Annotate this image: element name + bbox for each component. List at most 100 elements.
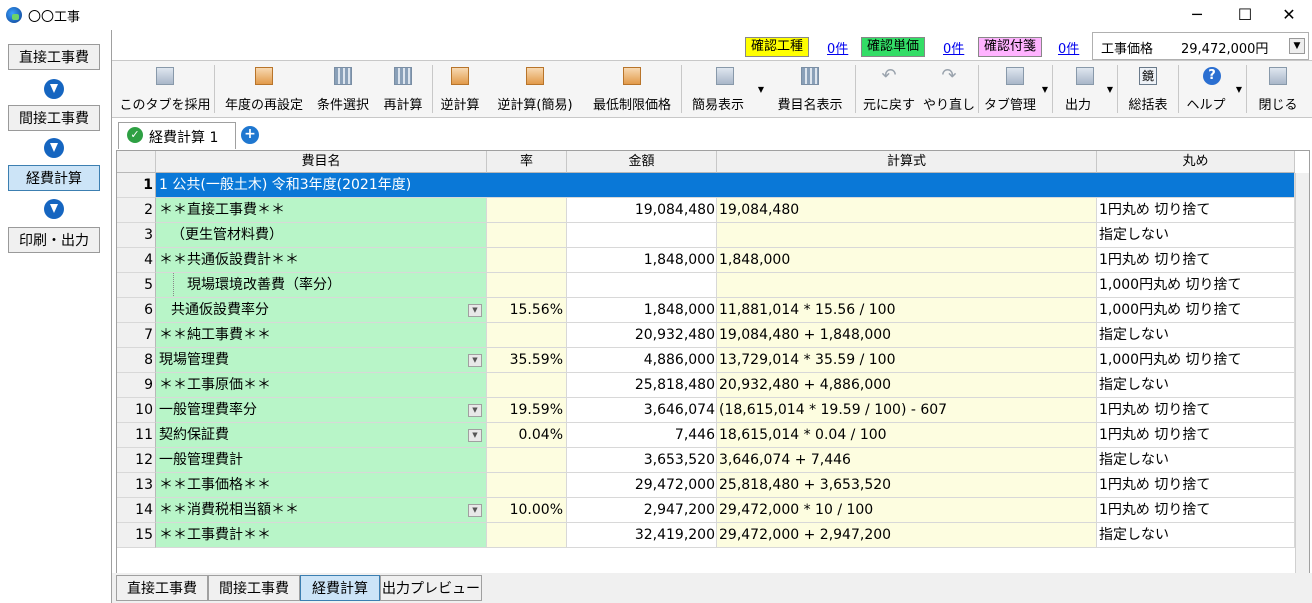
header-rounding[interactable]: 丸め: [1097, 151, 1295, 173]
check-sticky-note-count-link[interactable]: 0件: [1058, 38, 1079, 57]
cell-rate[interactable]: [487, 248, 567, 273]
cell-amount[interactable]: [567, 223, 717, 248]
chevron-down-icon[interactable]: ▼: [1289, 38, 1305, 54]
select-condition-button[interactable]: 条件選択: [311, 61, 375, 117]
cell-rounding[interactable]: 1,000円丸め 切り捨て: [1097, 298, 1295, 323]
cell-item-name[interactable]: ＊＊工事費計＊＊: [156, 523, 487, 548]
recalculate-button[interactable]: 再計算: [376, 61, 430, 117]
dropdown-arrow-icon[interactable]: ▼: [758, 85, 764, 94]
cell-rate[interactable]: [487, 523, 567, 548]
cell-formula[interactable]: 13,729,014 * 35.59 / 100: [717, 348, 1097, 373]
reverse-calc-button[interactable]: 逆計算: [435, 61, 485, 117]
cell-formula[interactable]: (18,615,014 * 19.59 / 100) - 607: [717, 398, 1097, 423]
dropdown-arrow-icon[interactable]: ▼: [1236, 85, 1242, 94]
cell-formula[interactable]: [717, 223, 1097, 248]
cell-item-name[interactable]: ＊＊純工事費＊＊: [156, 323, 487, 348]
header-formula[interactable]: 計算式: [717, 151, 1097, 173]
cell-formula[interactable]: 19,084,480 + 1,848,000: [717, 323, 1097, 348]
table-row[interactable]: 14 ＊＊消費税相当額＊＊ ▼ 10.00% 2,947,200 29,472,000 *…: [117, 498, 1309, 523]
cell-rounding[interactable]: 1円丸め 切り捨て: [1097, 473, 1295, 498]
reset-year-button[interactable]: 年度の再設定: [218, 61, 310, 117]
cell-rate[interactable]: 19.59%: [487, 398, 567, 423]
rate-dropdown-icon[interactable]: ▼: [468, 354, 482, 367]
rate-dropdown-icon[interactable]: ▼: [468, 504, 482, 517]
cell-item-name[interactable]: ＊＊共通仮設費計＊＊: [156, 248, 487, 273]
cell-amount[interactable]: 25,818,480: [567, 373, 717, 398]
cell-rounding[interactable]: 1円丸め 切り捨て: [1097, 398, 1295, 423]
help-button[interactable]: ? ヘルプ ▼: [1180, 61, 1244, 117]
title-row-text[interactable]: 1 公共(一般土木) 令和3年度(2021年度): [156, 173, 1295, 198]
header-rate[interactable]: 率: [487, 151, 567, 173]
step-print-output[interactable]: 印刷・出力: [8, 227, 100, 253]
cell-rate[interactable]: 35.59%: [487, 348, 567, 373]
item-name-view-button[interactable]: 費目名表示: [768, 61, 852, 117]
cell-amount[interactable]: 7,446: [567, 423, 717, 448]
table-row[interactable]: 3 （更生管材料費） 指定しない: [117, 223, 1309, 248]
cell-rate[interactable]: [487, 198, 567, 223]
cell-item-name[interactable]: ＊＊消費税相当額＊＊ ▼: [156, 498, 487, 523]
cell-amount[interactable]: 29,472,000: [567, 473, 717, 498]
table-row[interactable]: 4 ＊＊共通仮設費計＊＊ 1,848,000 1,848,000 1円丸め 切り捨て: [117, 248, 1309, 273]
summary-table-button[interactable]: 鏡 総括表: [1120, 61, 1176, 117]
cell-rounding[interactable]: 1,000円丸め 切り捨て: [1097, 348, 1295, 373]
cell-formula[interactable]: 19,084,480: [717, 198, 1097, 223]
rate-dropdown-icon[interactable]: ▼: [468, 304, 482, 317]
cell-formula[interactable]: 29,472,000 + 2,947,200: [717, 523, 1097, 548]
reverse-calc-simple-button[interactable]: 逆計算(簡易): [486, 61, 584, 117]
cell-formula[interactable]: 3,646,074 + 7,446: [717, 448, 1097, 473]
tab-manage-button[interactable]: タブ管理 ▼: [980, 61, 1050, 117]
cell-item-name[interactable]: （更生管材料費）: [156, 223, 487, 248]
table-row[interactable]: 6 共通仮設費率分 ▼ 15.56% 1,848,000 11,881,014 * 15.…: [117, 298, 1309, 323]
cell-rounding[interactable]: 1円丸め 切り捨て: [1097, 423, 1295, 448]
cell-item-name[interactable]: ＊＊工事原価＊＊: [156, 373, 487, 398]
cell-rounding[interactable]: 指定しない: [1097, 448, 1295, 473]
cell-rounding[interactable]: 1円丸め 切り捨て: [1097, 498, 1295, 523]
cell-rate[interactable]: [487, 373, 567, 398]
tab-expense-calc-1[interactable]: ✓ 経費計算 1: [118, 122, 236, 149]
table-row[interactable]: 12 一般管理費計 3,653,520 3,646,074 + 7,446 指定しない: [117, 448, 1309, 473]
check-work-type-count-link[interactable]: 0件: [827, 38, 848, 57]
construction-price-box[interactable]: 工事価格 29,472,000円 ▼: [1092, 32, 1309, 60]
cell-item-name[interactable]: 一般管理費率分 ▼: [156, 398, 487, 423]
cell-amount[interactable]: 4,886,000: [567, 348, 717, 373]
cell-rate[interactable]: [487, 323, 567, 348]
cell-formula[interactable]: 1,848,000: [717, 248, 1097, 273]
table-row[interactable]: 2 ＊＊直接工事費＊＊ 19,084,480 19,084,480 1円丸め 切り捨て: [117, 198, 1309, 223]
cell-rounding[interactable]: 指定しない: [1097, 223, 1295, 248]
cell-item-name[interactable]: 契約保証費 ▼: [156, 423, 487, 448]
table-row[interactable]: 11 契約保証費 ▼ 0.04% 7,446 18,615,014 * 0.04 / 10…: [117, 423, 1309, 448]
cell-amount[interactable]: 1,848,000: [567, 248, 717, 273]
cell-rounding[interactable]: 指定しない: [1097, 523, 1295, 548]
cell-amount[interactable]: 3,646,074: [567, 398, 717, 423]
close-window-button[interactable]: ✕: [1266, 0, 1312, 30]
cell-rate[interactable]: [487, 448, 567, 473]
cell-amount[interactable]: 1,848,000: [567, 298, 717, 323]
header-item-name[interactable]: 費目名: [156, 151, 487, 173]
step-indirect-cost[interactable]: 間接工事費: [8, 105, 100, 131]
minimum-limit-price-button[interactable]: 最低制限価格: [585, 61, 679, 117]
cell-formula[interactable]: 18,615,014 * 0.04 / 100: [717, 423, 1097, 448]
table-row[interactable]: 9 ＊＊工事原価＊＊ 25,818,480 20,932,480 + 4,886,00…: [117, 373, 1309, 398]
cell-amount[interactable]: 20,932,480: [567, 323, 717, 348]
cell-formula[interactable]: 11,881,014 * 15.56 / 100: [717, 298, 1097, 323]
cell-item-name[interactable]: ＊＊直接工事費＊＊: [156, 198, 487, 223]
check-unit-price-count-link[interactable]: 0件: [943, 38, 964, 57]
cell-rate[interactable]: [487, 223, 567, 248]
cell-rate[interactable]: [487, 473, 567, 498]
cell-rounding[interactable]: 1円丸め 切り捨て: [1097, 198, 1295, 223]
cell-formula[interactable]: 29,472,000 * 10 / 100: [717, 498, 1097, 523]
cell-amount[interactable]: 32,419,200: [567, 523, 717, 548]
table-row-title[interactable]: 1 1 公共(一般土木) 令和3年度(2021年度): [117, 173, 1309, 198]
cell-amount[interactable]: [567, 273, 717, 298]
bottom-tab-output-preview[interactable]: 出力プレビュー: [380, 575, 482, 601]
cell-item-name[interactable]: 共通仮設費率分 ▼: [156, 298, 487, 323]
cell-item-name[interactable]: 一般管理費計: [156, 448, 487, 473]
cell-rate[interactable]: 15.56%: [487, 298, 567, 323]
bottom-tab-expense-calc[interactable]: 経費計算: [300, 575, 380, 601]
header-amount[interactable]: 金額: [567, 151, 717, 173]
cell-formula[interactable]: [717, 273, 1097, 298]
close-app-button[interactable]: 閉じる: [1248, 61, 1308, 117]
cell-rate[interactable]: [487, 273, 567, 298]
table-row[interactable]: 8 現場管理費 ▼ 35.59% 4,886,000 13,729,014 * 35.59…: [117, 348, 1309, 373]
vertical-scrollbar[interactable]: [1295, 173, 1309, 573]
